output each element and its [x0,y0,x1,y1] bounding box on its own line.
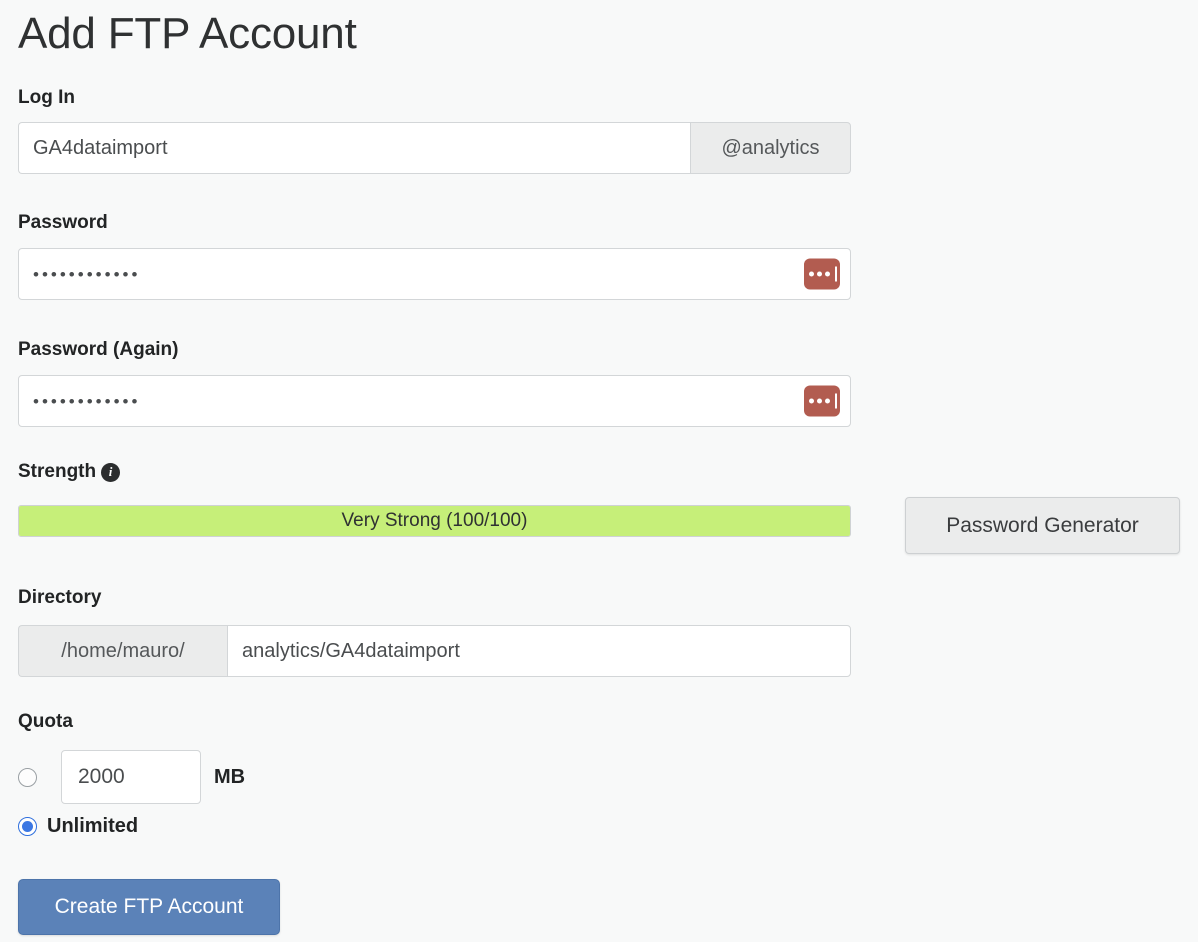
quota-size-radio[interactable] [18,767,37,787]
info-icon[interactable]: i [101,462,121,482]
directory-input[interactable]: analytics/GA4dataimport [227,625,851,677]
password-label: Password [18,212,108,233]
login-input[interactable]: GA4dataimport [18,122,690,174]
password-input[interactable]: •••••••••••• [18,248,851,300]
password-again-field-group: •••••••••••• [18,375,851,427]
password-again-label: Password (Again) [18,339,179,360]
quota-unlimited-label[interactable]: Unlimited [47,815,138,838]
directory-label: Directory [18,587,102,608]
quota-size-unit: MB [214,765,246,788]
login-field-group: GA4dataimport @analytics [18,122,851,174]
strength-meter-text: Very Strong (100/100) [341,510,528,531]
password-again-input[interactable]: •••••••••••• [18,375,851,427]
password-again-reveal-icon[interactable] [804,385,840,417]
password-strength-meter: Very Strong (100/100) [18,505,851,537]
login-domain-suffix: @analytics [690,122,851,174]
quota-label: Quota [18,711,73,732]
password-generator-button[interactable]: Password Generator [905,497,1180,554]
directory-field-group: /home/mauro/ analytics/GA4dataimport [18,625,851,677]
strength-label-text: Strength [18,461,97,482]
page-title: Add FTP Account [18,9,357,58]
quota-size-input[interactable]: 2000 [61,750,201,804]
password-reveal-icon[interactable] [804,258,840,290]
password-field-group: •••••••••••• [18,248,851,300]
quota-unlimited-row: Unlimited [18,812,138,840]
directory-path-prefix: /home/mauro/ [18,625,227,677]
password-masked-value: •••••••••••• [33,264,141,284]
password-again-masked-value: •••••••••••• [33,391,141,411]
strength-label: Strength i [18,460,121,484]
quota-unlimited-radio[interactable] [18,816,37,836]
strength-meter-fill: Very Strong (100/100) [19,506,850,536]
login-label: Log In [18,87,75,108]
quota-size-row: 2000 MB [18,750,245,804]
create-ftp-account-button[interactable]: Create FTP Account [18,879,280,935]
add-ftp-account-page: Add FTP Account Log In GA4dataimport @an… [0,0,1198,942]
